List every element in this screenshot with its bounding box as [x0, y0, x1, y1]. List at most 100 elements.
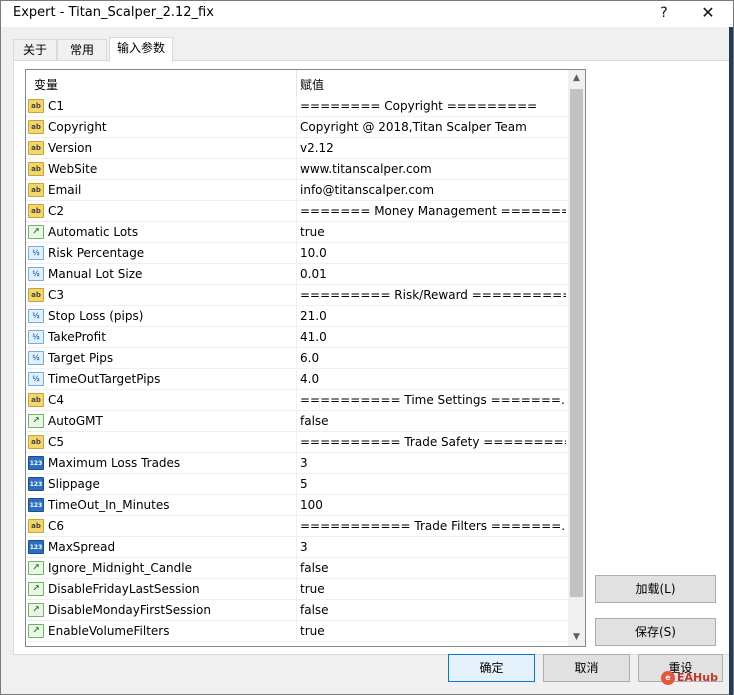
parameter-name: Email: [48, 183, 82, 197]
table-row[interactable]: ↗ AutoGMT false: [26, 411, 569, 432]
table-row[interactable]: ab C3 ========= Risk/Reward ===========: [26, 285, 569, 306]
cell-divider: [296, 495, 297, 516]
table-row[interactable]: ab Copyright Copyright @ 2018,Titan Scalpe…: [26, 117, 569, 138]
double-type-icon: ½: [28, 267, 44, 281]
parameter-value[interactable]: ========== Time Settings =======...: [300, 393, 566, 407]
tab-input-parameters[interactable]: 输入参数: [109, 37, 173, 62]
table-row[interactable]: ab C1 ======== Copyright =========: [26, 96, 569, 117]
parameter-name: C5: [48, 435, 65, 449]
cell-divider: [296, 264, 297, 285]
table-row[interactable]: ab C5 ========== Trade Safety ==========: [26, 432, 569, 453]
parameter-value[interactable]: 5: [300, 477, 566, 491]
grid-header: 变量 赋值: [26, 70, 569, 96]
parameter-value[interactable]: 0.01: [300, 267, 566, 281]
window-title: Expert - Titan_Scalper_2.12_fix: [13, 5, 214, 20]
parameter-value[interactable]: Copyright @ 2018,Titan Scalper Team: [300, 120, 566, 134]
tab-common[interactable]: 常用: [57, 39, 107, 61]
table-row[interactable]: ½ Risk Percentage 10.0: [26, 243, 569, 264]
cancel-button[interactable]: 取消: [543, 654, 630, 682]
parameter-value[interactable]: 10.0: [300, 246, 566, 260]
parameter-name: DisableFridayLastSession: [48, 582, 200, 596]
cell-divider: [296, 621, 297, 642]
parameter-value[interactable]: =========== Trade Filters =======...: [300, 519, 566, 533]
parameter-value[interactable]: ======== Copyright =========: [300, 99, 566, 113]
column-header-value[interactable]: 赋值: [300, 76, 324, 93]
table-row[interactable]: ↗ DisableFridayLastSession true: [26, 579, 569, 600]
parameter-value[interactable]: 3: [300, 540, 566, 554]
parameter-value[interactable]: 100: [300, 498, 566, 512]
cell-divider: [296, 369, 297, 390]
parameter-value[interactable]: 4.0: [300, 372, 566, 386]
table-row[interactable]: ↗ Ignore_Midnight_Candle false: [26, 558, 569, 579]
column-divider[interactable]: [296, 70, 297, 96]
table-row[interactable]: ½ Target Pips 6.0: [26, 348, 569, 369]
string-type-icon: ab: [28, 99, 44, 113]
table-row[interactable]: 123 Maximum Loss Trades 3: [26, 453, 569, 474]
parameter-name: Version: [48, 141, 93, 155]
table-row[interactable]: ab C6 =========== Trade Filters =======...: [26, 516, 569, 537]
cell-divider: [296, 243, 297, 264]
parameter-name: Ignore_Midnight_Candle: [48, 561, 192, 575]
parameter-value[interactable]: false: [300, 603, 566, 617]
boolean-type-icon: ↗: [28, 624, 44, 638]
cell-divider: [296, 159, 297, 180]
parameters-grid: 变量 赋值 ab C1 ======== Copyright ========= ab…: [25, 69, 586, 647]
table-row[interactable]: ½ TimeOutTargetPips 4.0: [26, 369, 569, 390]
parameter-value[interactable]: ========= Risk/Reward ===========: [300, 288, 566, 302]
parameter-value[interactable]: 21.0: [300, 309, 566, 323]
column-header-variable[interactable]: 变量: [34, 76, 58, 93]
expert-dialog: Expert - Titan_Scalper_2.12_fix ? ✕ 关于 常…: [0, 0, 734, 695]
parameter-value[interactable]: true: [300, 582, 566, 596]
load-button[interactable]: 加载(L): [595, 575, 716, 603]
parameter-value[interactable]: false: [300, 561, 566, 575]
table-row[interactable]: ab Email info@titanscalper.com: [26, 180, 569, 201]
watermark-logo-icon: e: [661, 671, 675, 685]
parameter-name: Stop Loss (pips): [48, 309, 144, 323]
parameter-value[interactable]: v2.12: [300, 141, 566, 155]
scroll-down-icon[interactable]: ▼: [568, 629, 585, 646]
table-row[interactable]: ↗ Automatic Lots true: [26, 222, 569, 243]
vertical-scrollbar[interactable]: ▲ ▼: [568, 70, 585, 646]
parameter-value[interactable]: ======= Money Management =======: [300, 204, 566, 218]
table-row[interactable]: ab Version v2.12: [26, 138, 569, 159]
cell-divider: [296, 348, 297, 369]
table-row[interactable]: 123 Slippage 5: [26, 474, 569, 495]
tab-about[interactable]: 关于: [13, 39, 57, 61]
grid-rows: ab C1 ======== Copyright ========= ab Copyri…: [26, 96, 569, 642]
parameter-value[interactable]: 6.0: [300, 351, 566, 365]
table-row[interactable]: ½ TakeProfit 41.0: [26, 327, 569, 348]
parameter-value[interactable]: ========== Trade Safety ==========: [300, 435, 566, 449]
parameter-value[interactable]: info@titanscalper.com: [300, 183, 566, 197]
background-window-edge: [729, 27, 733, 695]
double-type-icon: ½: [28, 246, 44, 260]
table-row[interactable]: ab WebSite www.titanscalper.com: [26, 159, 569, 180]
table-row[interactable]: ↗ DisableMondayFirstSession false: [26, 600, 569, 621]
help-button[interactable]: ?: [649, 1, 679, 27]
table-row[interactable]: ½ Stop Loss (pips) 21.0: [26, 306, 569, 327]
parameter-value[interactable]: www.titanscalper.com: [300, 162, 566, 176]
table-row[interactable]: 123 MaxSpread 3: [26, 537, 569, 558]
table-row[interactable]: ab C2 ======= Money Management =======: [26, 201, 569, 222]
parameter-value[interactable]: true: [300, 225, 566, 239]
cell-divider: [296, 474, 297, 495]
close-button[interactable]: ✕: [693, 1, 723, 27]
table-row[interactable]: ab C4 ========== Time Settings =======...: [26, 390, 569, 411]
parameter-name: C2: [48, 204, 65, 218]
cell-divider: [296, 96, 297, 117]
cell-divider: [296, 558, 297, 579]
parameter-value[interactable]: 3: [300, 456, 566, 470]
title-bar: Expert - Titan_Scalper_2.12_fix ? ✕: [1, 1, 733, 27]
table-row[interactable]: ↗ EnableVolumeFilters true: [26, 621, 569, 642]
parameter-value[interactable]: false: [300, 414, 566, 428]
save-button[interactable]: 保存(S): [595, 618, 716, 646]
string-type-icon: ab: [28, 183, 44, 197]
parameter-value[interactable]: 41.0: [300, 330, 566, 344]
ok-button[interactable]: 确定: [448, 654, 535, 682]
scroll-up-icon[interactable]: ▲: [568, 70, 585, 87]
string-type-icon: ab: [28, 141, 44, 155]
parameter-value[interactable]: true: [300, 624, 566, 638]
scroll-thumb[interactable]: [570, 89, 583, 597]
table-row[interactable]: 123 TimeOut_In_Minutes 100: [26, 495, 569, 516]
parameter-name: Slippage: [48, 477, 100, 491]
table-row[interactable]: ½ Manual Lot Size 0.01: [26, 264, 569, 285]
